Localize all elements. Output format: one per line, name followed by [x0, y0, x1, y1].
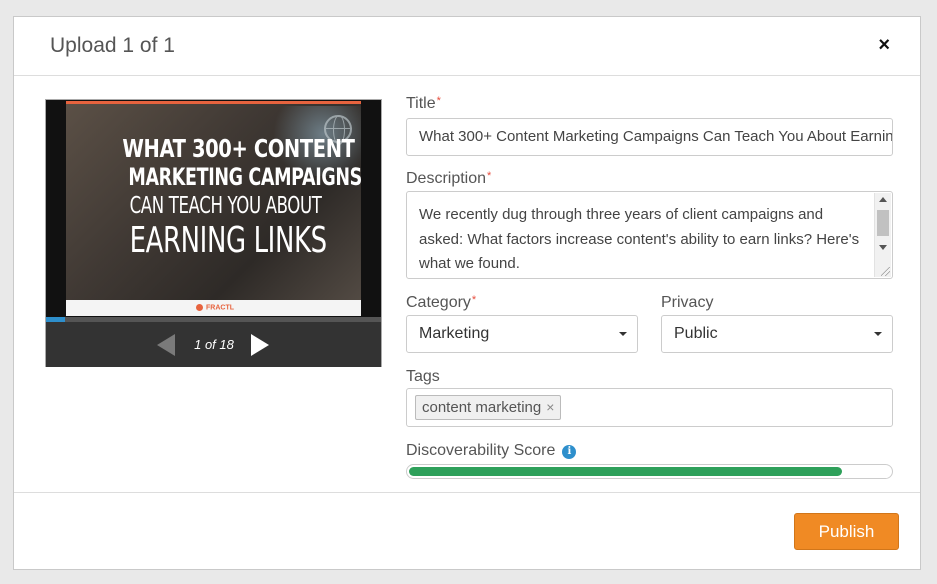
- close-icon[interactable]: ×: [878, 34, 890, 56]
- prev-arrow-icon[interactable]: [157, 334, 175, 356]
- scroll-down-icon[interactable]: [879, 245, 887, 250]
- description-label: Description*: [406, 170, 491, 188]
- category-select[interactable]: Marketing: [406, 315, 638, 353]
- privacy-label: Privacy: [661, 294, 714, 311]
- slide-line-1: WHAT 300+ CONTENT: [122, 134, 355, 163]
- slide-line-4: EARNING LINKS: [129, 220, 327, 261]
- upload-modal: Upload 1 of 1 × WHAT 300+ CONTENT MARKET…: [13, 16, 921, 570]
- scroll-up-icon[interactable]: [879, 197, 887, 202]
- page-counter: 1 of 18: [194, 337, 234, 352]
- modal-footer: Publish: [14, 492, 920, 571]
- tag-chip: content marketing ×: [415, 395, 562, 420]
- privacy-select[interactable]: Public: [661, 315, 893, 353]
- title-label-text: Title: [406, 95, 436, 112]
- chevron-down-icon: [619, 332, 627, 336]
- description-textarea[interactable]: We recently dug through three years of c…: [406, 191, 893, 279]
- required-mark: *: [471, 294, 477, 306]
- tags-input[interactable]: content marketing ×: [406, 388, 893, 427]
- discoverability-score-fill: [409, 467, 842, 476]
- scroll-thumb[interactable]: [877, 210, 889, 236]
- description-label-text: Description: [406, 170, 487, 187]
- info-icon[interactable]: i: [562, 445, 577, 459]
- publish-button[interactable]: Publish: [794, 513, 899, 550]
- modal-header: Upload 1 of 1 ×: [14, 17, 920, 76]
- category-label: Category*: [406, 294, 476, 312]
- logo-dot-icon: [196, 304, 203, 311]
- slide-headline: WHAT 300+ CONTENT MARKETING CAMPAIGNS CA…: [96, 134, 361, 261]
- chevron-down-icon: [874, 332, 882, 336]
- title-label: Title*: [406, 95, 441, 113]
- tag-label: content marketing: [422, 399, 542, 416]
- next-arrow-icon[interactable]: [251, 334, 269, 356]
- remove-tag-icon[interactable]: ×: [546, 399, 554, 415]
- slide-preview: WHAT 300+ CONTENT MARKETING CAMPAIGNS CA…: [45, 99, 382, 367]
- privacy-value: Public: [674, 325, 718, 342]
- preview-controls: 1 of 18: [46, 322, 381, 367]
- description-scrollbar[interactable]: [874, 193, 891, 277]
- modal-title: Upload 1 of 1: [50, 34, 175, 57]
- slide-logo-text: FRACTL: [206, 304, 234, 312]
- required-mark: *: [436, 95, 441, 107]
- description-text: We recently dug through three years of c…: [419, 206, 860, 272]
- category-label-text: Category: [406, 294, 471, 311]
- slide-logo: FRACTL: [196, 304, 234, 311]
- discoverability-label-text: Discoverability Score: [406, 442, 556, 459]
- slide-thumbnail: WHAT 300+ CONTENT MARKETING CAMPAIGNS CA…: [66, 101, 361, 316]
- title-input[interactable]: What 300+ Content Marketing Campaigns Ca…: [406, 118, 893, 156]
- discoverability-label: Discoverability Score i: [406, 442, 577, 460]
- resize-grip-icon[interactable]: [881, 267, 890, 276]
- discoverability-score-bar: [406, 464, 893, 479]
- slide-line-2: MARKETING CAMPAIGNS: [128, 163, 361, 191]
- tags-label: Tags: [406, 368, 440, 385]
- category-value: Marketing: [419, 325, 490, 342]
- required-mark: *: [487, 170, 492, 182]
- slide-line-3: CAN TEACH YOU ABOUT: [129, 193, 322, 219]
